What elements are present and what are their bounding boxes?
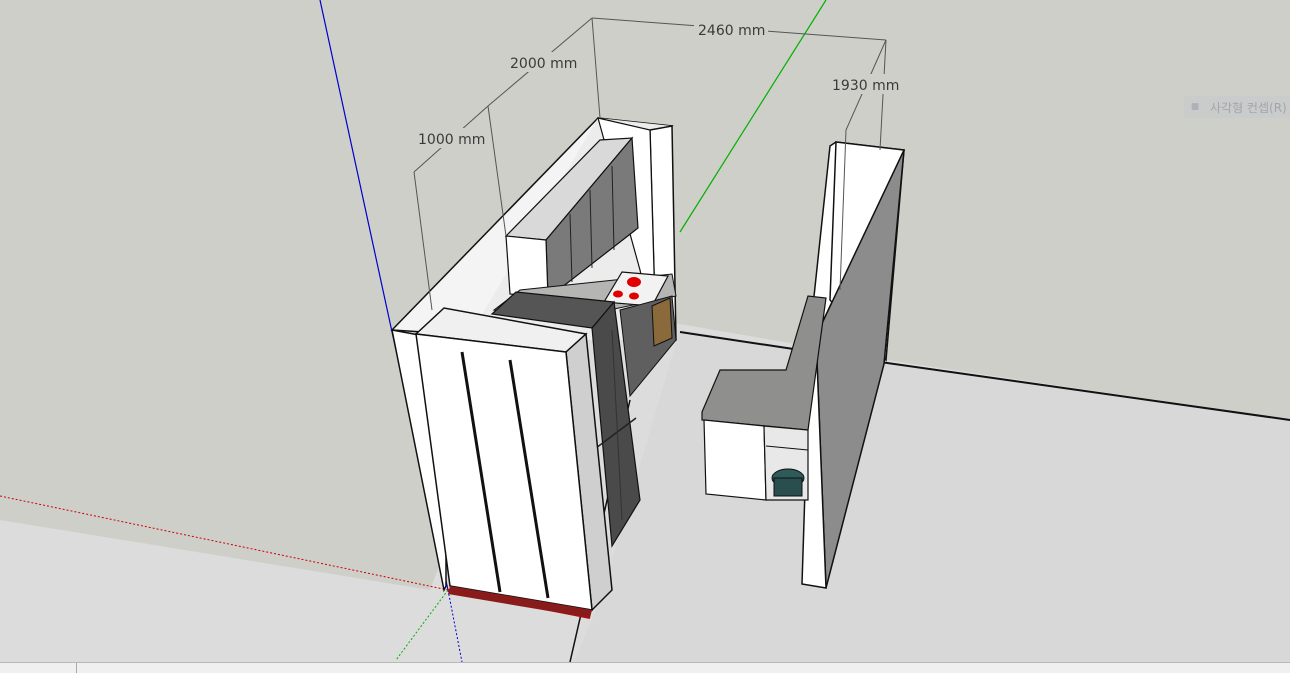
bar-counter-body [703, 419, 767, 501]
wood-door [651, 297, 673, 347]
cooktop-burner-small-1 [613, 290, 623, 298]
dim-2460-ext-right [879, 39, 887, 151]
cooktop-burner-small-2 [629, 292, 639, 300]
ground-far [570, 330, 1290, 672]
model-viewport[interactable]: 2460 mm 2000 mm 1000 mm 1930 mm [0, 0, 1290, 672]
inference-tooltip: ■ 사각형 컨셉(R) [1184, 96, 1290, 118]
dim-label-2460: 2460 mm [698, 23, 765, 39]
cooktop-burner-large [627, 277, 641, 287]
dim-label-1000: 1000 mm [418, 132, 485, 148]
status-bar [0, 662, 1290, 673]
dim-2000-ext [487, 105, 507, 237]
dim-2460-ext-left [591, 17, 601, 119]
dim-label-2000: 2000 mm [510, 56, 577, 72]
dim-1000-ext [413, 171, 433, 311]
stool-base [773, 477, 803, 497]
tooltip-text: 사각형 컨셉(R) [1210, 100, 1287, 115]
selection-icon: ■ [1190, 102, 1200, 112]
dim-label-1930: 1930 mm [832, 78, 899, 94]
